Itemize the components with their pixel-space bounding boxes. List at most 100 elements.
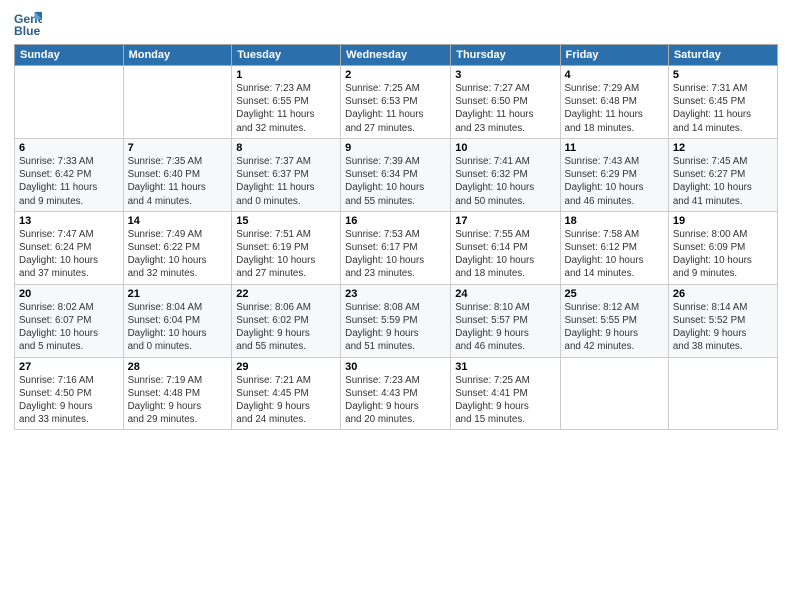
day-number: 18 [565,215,664,227]
day-number: 14 [128,215,228,227]
day-cell: 6Sunrise: 7:33 AM Sunset: 6:42 PM Daylig… [15,138,124,211]
day-info: Sunrise: 8:00 AM Sunset: 6:09 PM Dayligh… [673,228,773,281]
day-number: 22 [236,288,336,300]
day-number: 29 [236,361,336,373]
day-number: 13 [19,215,119,227]
day-info: Sunrise: 7:51 AM Sunset: 6:19 PM Dayligh… [236,228,336,281]
day-info: Sunrise: 7:49 AM Sunset: 6:22 PM Dayligh… [128,228,228,281]
day-cell: 28Sunrise: 7:19 AM Sunset: 4:48 PM Dayli… [123,357,232,430]
day-number: 12 [673,142,773,154]
day-number: 21 [128,288,228,300]
page: General Blue SundayMondayTuesdayWednesda… [0,0,792,612]
week-row-1: 1Sunrise: 7:23 AM Sunset: 6:55 PM Daylig… [15,66,778,139]
calendar-header-row: SundayMondayTuesdayWednesdayThursdayFrid… [15,45,778,66]
week-row-2: 6Sunrise: 7:33 AM Sunset: 6:42 PM Daylig… [15,138,778,211]
day-number: 7 [128,142,228,154]
day-cell: 22Sunrise: 8:06 AM Sunset: 6:02 PM Dayli… [232,284,341,357]
day-info: Sunrise: 7:39 AM Sunset: 6:34 PM Dayligh… [345,155,446,208]
day-info: Sunrise: 7:19 AM Sunset: 4:48 PM Dayligh… [128,374,228,427]
day-info: Sunrise: 8:02 AM Sunset: 6:07 PM Dayligh… [19,301,119,354]
day-info: Sunrise: 7:23 AM Sunset: 4:43 PM Dayligh… [345,374,446,427]
day-number: 1 [236,69,336,81]
svg-text:Blue: Blue [14,24,41,38]
day-number: 25 [565,288,664,300]
week-row-4: 20Sunrise: 8:02 AM Sunset: 6:07 PM Dayli… [15,284,778,357]
day-cell: 8Sunrise: 7:37 AM Sunset: 6:37 PM Daylig… [232,138,341,211]
day-number: 16 [345,215,446,227]
day-cell: 2Sunrise: 7:25 AM Sunset: 6:53 PM Daylig… [341,66,451,139]
day-cell: 15Sunrise: 7:51 AM Sunset: 6:19 PM Dayli… [232,211,341,284]
day-number: 27 [19,361,119,373]
day-number: 10 [455,142,555,154]
day-info: Sunrise: 8:08 AM Sunset: 5:59 PM Dayligh… [345,301,446,354]
day-cell: 16Sunrise: 7:53 AM Sunset: 6:17 PM Dayli… [341,211,451,284]
day-number: 6 [19,142,119,154]
day-number: 30 [345,361,446,373]
day-info: Sunrise: 7:53 AM Sunset: 6:17 PM Dayligh… [345,228,446,281]
day-number: 4 [565,69,664,81]
day-cell: 1Sunrise: 7:23 AM Sunset: 6:55 PM Daylig… [232,66,341,139]
day-info: Sunrise: 7:16 AM Sunset: 4:50 PM Dayligh… [19,374,119,427]
day-number: 8 [236,142,336,154]
day-cell: 29Sunrise: 7:21 AM Sunset: 4:45 PM Dayli… [232,357,341,430]
day-cell: 31Sunrise: 7:25 AM Sunset: 4:41 PM Dayli… [451,357,560,430]
day-cell: 23Sunrise: 8:08 AM Sunset: 5:59 PM Dayli… [341,284,451,357]
day-cell: 25Sunrise: 8:12 AM Sunset: 5:55 PM Dayli… [560,284,668,357]
column-header-tuesday: Tuesday [232,45,341,66]
day-info: Sunrise: 7:55 AM Sunset: 6:14 PM Dayligh… [455,228,555,281]
day-info: Sunrise: 7:25 AM Sunset: 6:53 PM Dayligh… [345,82,446,135]
day-cell [15,66,124,139]
column-header-friday: Friday [560,45,668,66]
day-cell: 14Sunrise: 7:49 AM Sunset: 6:22 PM Dayli… [123,211,232,284]
column-header-wednesday: Wednesday [341,45,451,66]
day-cell: 4Sunrise: 7:29 AM Sunset: 6:48 PM Daylig… [560,66,668,139]
day-cell: 10Sunrise: 7:41 AM Sunset: 6:32 PM Dayli… [451,138,560,211]
day-cell [560,357,668,430]
day-cell: 24Sunrise: 8:10 AM Sunset: 5:57 PM Dayli… [451,284,560,357]
day-cell: 12Sunrise: 7:45 AM Sunset: 6:27 PM Dayli… [668,138,777,211]
day-number: 31 [455,361,555,373]
day-info: Sunrise: 7:43 AM Sunset: 6:29 PM Dayligh… [565,155,664,208]
column-header-sunday: Sunday [15,45,124,66]
day-number: 11 [565,142,664,154]
calendar-table: SundayMondayTuesdayWednesdayThursdayFrid… [14,44,778,430]
day-info: Sunrise: 7:45 AM Sunset: 6:27 PM Dayligh… [673,155,773,208]
day-number: 26 [673,288,773,300]
day-number: 15 [236,215,336,227]
day-info: Sunrise: 7:47 AM Sunset: 6:24 PM Dayligh… [19,228,119,281]
day-info: Sunrise: 8:14 AM Sunset: 5:52 PM Dayligh… [673,301,773,354]
day-info: Sunrise: 7:21 AM Sunset: 4:45 PM Dayligh… [236,374,336,427]
header: General Blue [14,10,778,38]
day-number: 23 [345,288,446,300]
day-cell: 26Sunrise: 8:14 AM Sunset: 5:52 PM Dayli… [668,284,777,357]
day-info: Sunrise: 7:27 AM Sunset: 6:50 PM Dayligh… [455,82,555,135]
day-cell: 18Sunrise: 7:58 AM Sunset: 6:12 PM Dayli… [560,211,668,284]
day-cell: 30Sunrise: 7:23 AM Sunset: 4:43 PM Dayli… [341,357,451,430]
day-info: Sunrise: 7:41 AM Sunset: 6:32 PM Dayligh… [455,155,555,208]
day-info: Sunrise: 7:23 AM Sunset: 6:55 PM Dayligh… [236,82,336,135]
day-number: 3 [455,69,555,81]
day-number: 2 [345,69,446,81]
day-number: 17 [455,215,555,227]
day-cell: 27Sunrise: 7:16 AM Sunset: 4:50 PM Dayli… [15,357,124,430]
day-number: 19 [673,215,773,227]
day-cell: 11Sunrise: 7:43 AM Sunset: 6:29 PM Dayli… [560,138,668,211]
day-number: 28 [128,361,228,373]
day-info: Sunrise: 8:06 AM Sunset: 6:02 PM Dayligh… [236,301,336,354]
column-header-saturday: Saturday [668,45,777,66]
day-cell: 13Sunrise: 7:47 AM Sunset: 6:24 PM Dayli… [15,211,124,284]
day-info: Sunrise: 8:10 AM Sunset: 5:57 PM Dayligh… [455,301,555,354]
day-info: Sunrise: 7:25 AM Sunset: 4:41 PM Dayligh… [455,374,555,427]
day-cell: 20Sunrise: 8:02 AM Sunset: 6:07 PM Dayli… [15,284,124,357]
day-cell [668,357,777,430]
day-number: 5 [673,69,773,81]
day-info: Sunrise: 7:31 AM Sunset: 6:45 PM Dayligh… [673,82,773,135]
day-info: Sunrise: 8:04 AM Sunset: 6:04 PM Dayligh… [128,301,228,354]
day-cell: 3Sunrise: 7:27 AM Sunset: 6:50 PM Daylig… [451,66,560,139]
day-number: 9 [345,142,446,154]
day-cell: 21Sunrise: 8:04 AM Sunset: 6:04 PM Dayli… [123,284,232,357]
day-cell: 7Sunrise: 7:35 AM Sunset: 6:40 PM Daylig… [123,138,232,211]
day-number: 24 [455,288,555,300]
day-cell: 5Sunrise: 7:31 AM Sunset: 6:45 PM Daylig… [668,66,777,139]
day-info: Sunrise: 7:33 AM Sunset: 6:42 PM Dayligh… [19,155,119,208]
